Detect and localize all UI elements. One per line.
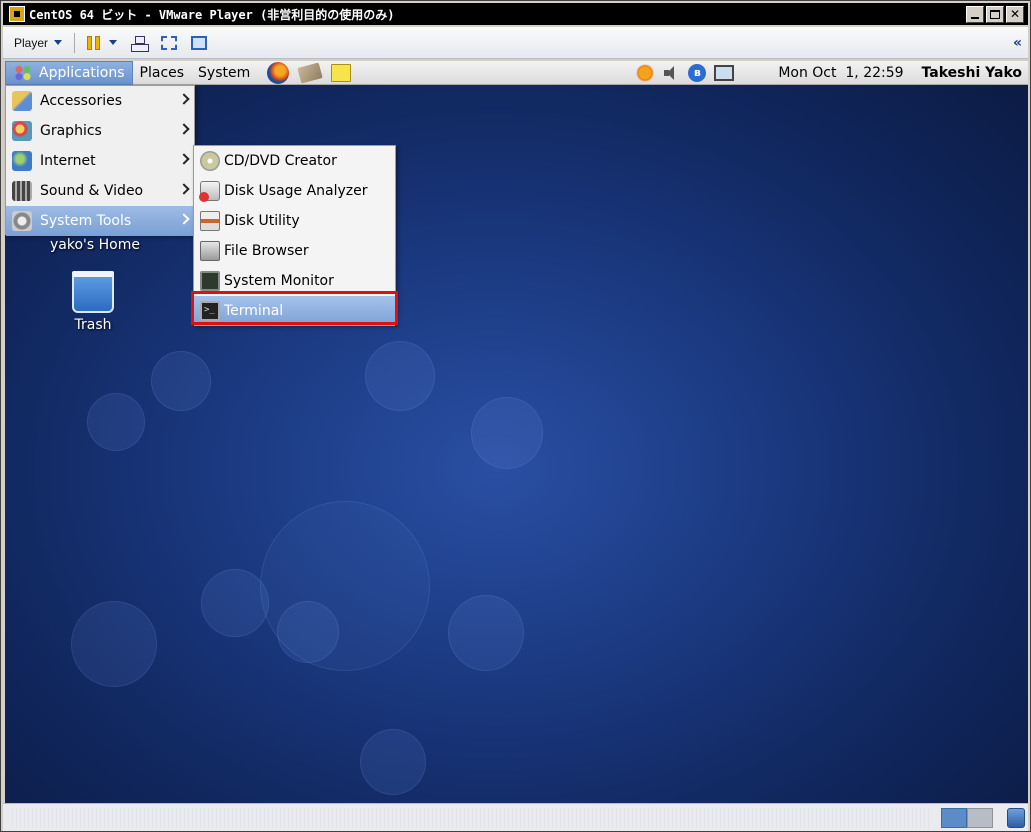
wallpaper-bokeh [260,501,430,671]
wallpaper-bokeh [201,569,269,637]
disk-usage-icon [199,181,220,202]
device-status-icon[interactable] [967,807,993,828]
gnome-top-panel: Applications Places System ʙ Mon Oct 1, … [5,61,1028,85]
vmware-app-icon [9,6,25,22]
menu-item-accessories[interactable]: Accessories [6,86,194,116]
system-tray: ʙ Mon Oct 1, 22:59 Takeshi Yako [628,63,1028,82]
menu-item-disk-usage-analyzer[interactable]: Disk Usage Analyzer [194,176,395,206]
notes-icon[interactable] [331,63,352,82]
menu-item-disk-utility[interactable]: Disk Utility [194,206,395,236]
menu-item-label: Terminal [224,303,284,319]
menu-item-cd-dvd-creator[interactable]: CD/DVD Creator [194,146,395,176]
chevron-down-icon [54,40,63,45]
menu-item-terminal[interactable]: >_ Terminal [194,296,395,326]
graphics-icon [12,121,32,141]
collapse-toolbar-icon[interactable]: « [1013,35,1022,51]
chevron-right-icon [178,123,190,135]
menu-item-label: Disk Utility [224,213,300,229]
chevron-right-icon [178,93,190,105]
applications-icon [13,63,33,82]
menu-item-label: Disk Usage Analyzer [224,183,368,199]
internet-icon [12,151,32,171]
menu-item-system-tools[interactable]: System Tools [6,206,194,236]
home-folder-label[interactable]: yako's Home [43,237,147,253]
vmware-player-window: CentOS 64 ビット - VMware Player (非営利目的の使用の… [0,0,1031,832]
fit-guest-icon[interactable] [161,35,178,50]
firefox-icon[interactable] [267,61,290,84]
update-notifier-icon[interactable] [636,63,655,82]
network-icon[interactable] [714,64,735,81]
cd-icon [200,151,220,171]
system-tools-submenu: CD/DVD Creator Disk Usage Analyzer Disk … [193,145,396,326]
chevron-right-icon [178,153,190,165]
wallpaper-bokeh [360,729,426,795]
menu-item-internet[interactable]: Internet [6,146,194,176]
vmware-toolbar: Player « [3,27,1028,59]
system-menu[interactable]: System [191,61,257,85]
wallpaper-bokeh [471,397,543,469]
window-controls: ✕ [966,5,1024,23]
panel-clock[interactable]: Mon Oct 1, 22:59 [778,65,903,81]
menu-item-label: Graphics [40,123,102,139]
applications-dropdown: Accessories Graphics Internet Sound & Vi… [5,85,195,236]
applications-menu[interactable]: Applications [5,61,133,85]
menu-item-system-monitor[interactable]: System Monitor [194,266,395,296]
network-devices-icon[interactable] [131,35,150,52]
trash-label[interactable]: Trash [63,317,123,333]
player-menu-button[interactable]: Player [14,35,63,50]
toolbar-separator [74,32,76,53]
chevron-right-icon [178,183,190,195]
pause-icon[interactable] [87,35,101,50]
device-status-icon[interactable] [941,807,967,828]
menu-item-sound-video[interactable]: Sound & Video [6,176,194,206]
wallpaper-bokeh [151,351,211,411]
bluetooth-icon[interactable]: ʙ [688,63,707,82]
menu-item-label: File Browser [224,243,309,259]
accessories-icon [12,91,32,111]
volume-icon[interactable] [662,64,680,82]
menu-item-label: Accessories [40,93,123,109]
places-menu[interactable]: Places [133,61,192,85]
wallpaper-bokeh [448,595,524,671]
menu-item-label: Internet [40,153,96,169]
terminal-icon: >_ [200,301,220,321]
minimize-button[interactable] [966,5,984,23]
menu-item-label: CD/DVD Creator [224,153,337,169]
menu-item-label: System Monitor [224,273,334,289]
pause-dropdown-icon[interactable] [109,40,118,45]
status-bar-area [9,807,929,828]
vmware-status-bar [3,803,1028,831]
file-browser-icon [200,241,220,261]
disk-utility-icon [200,211,220,231]
close-button[interactable]: ✕ [1006,5,1024,23]
menu-item-label: Sound & Video [40,183,144,199]
player-menu-label: Player [14,35,49,50]
chevron-right-icon [178,213,190,225]
menu-item-label: System Tools [40,213,132,229]
system-monitor-icon [200,271,220,291]
window-title: CentOS 64 ビット - VMware Player (非営利目的の使用の… [29,7,395,22]
menu-item-graphics[interactable]: Graphics [6,116,194,146]
full-screen-icon[interactable] [191,35,208,50]
wallpaper-bokeh [87,393,145,451]
wallpaper-bokeh [365,341,435,411]
title-bar: CentOS 64 ビット - VMware Player (非営利目的の使用の… [3,3,1028,25]
removable-device-icon[interactable] [1007,807,1025,828]
mail-client-icon[interactable] [297,61,323,84]
wallpaper-bokeh [71,601,157,687]
maximize-button[interactable] [986,5,1004,23]
system-tools-icon [12,211,32,231]
sound-video-icon [12,181,32,201]
menu-item-file-browser[interactable]: File Browser [194,236,395,266]
applications-label: Applications [39,64,125,81]
trash-icon[interactable] [72,271,114,313]
user-name[interactable]: Takeshi Yako [922,65,1022,81]
